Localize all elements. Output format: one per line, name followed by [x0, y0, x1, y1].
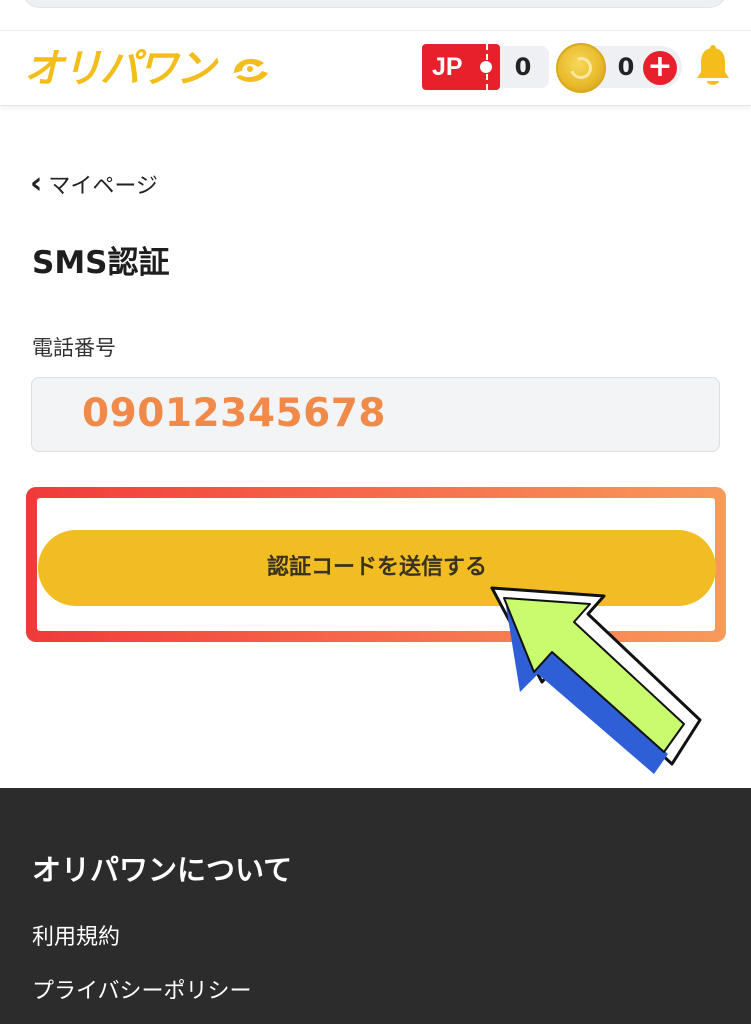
terms-of-service-link[interactable]: 利用規約 — [32, 922, 120, 954]
jp-ticket-counter[interactable]: 0 — [497, 46, 549, 88]
add-coins-button[interactable]: + — [643, 51, 677, 85]
site-footer: オリパワンについて 利用規約 プライバシーポリシー — [0, 788, 751, 1024]
site-logo[interactable]: オリパワン — [24, 45, 216, 93]
back-to-mypage-link[interactable]: ‹ マイページ — [30, 168, 158, 203]
jp-badge-label: JP — [432, 53, 463, 81]
coin-icon — [556, 43, 606, 93]
arrow-pointer-icon — [490, 586, 702, 774]
phone-number-field[interactable]: 09012345678 — [31, 377, 720, 452]
jp-ticket-count: 0 — [514, 53, 532, 81]
browser-search-bar — [22, 0, 727, 8]
jp-ticket-badge[interactable]: JP — [422, 44, 500, 90]
logo-mark-icon — [234, 58, 268, 82]
footer-about-heading: オリパワンについて — [32, 853, 293, 887]
phone-number-label: 電話番号 — [32, 336, 116, 360]
chevron-left-icon: ‹ — [30, 166, 43, 201]
back-link-label: マイページ — [48, 174, 158, 199]
ticket-notch — [480, 61, 492, 73]
page-title: SMS認証 — [32, 245, 170, 281]
bell-icon[interactable] — [694, 44, 732, 90]
coin-count: 0 — [617, 53, 635, 81]
privacy-policy-link[interactable]: プライバシーポリシー — [32, 976, 252, 1008]
phone-number-value: 09012345678 — [82, 391, 386, 436]
